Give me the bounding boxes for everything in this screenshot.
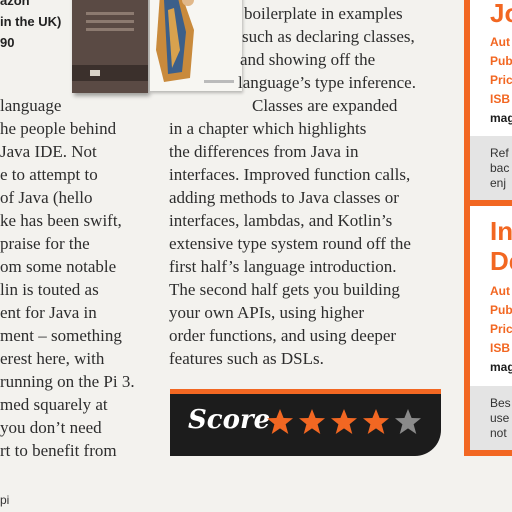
sidebar-label: Pub bbox=[490, 54, 512, 68]
text-line: language bbox=[0, 96, 62, 115]
sidebar-title-2: In bbox=[490, 216, 512, 246]
text-line: you don’t need bbox=[0, 418, 102, 437]
star-filled-icon bbox=[363, 409, 389, 434]
sidebar-label: Pric bbox=[490, 322, 512, 336]
text-line: your own APIs, using higher bbox=[169, 303, 365, 322]
sidebar-desc-line: Bes bbox=[490, 396, 511, 410]
page-folio: pi bbox=[0, 493, 10, 507]
text-line: praise for the bbox=[0, 234, 90, 253]
text-line: e to attempt to bbox=[0, 165, 98, 184]
text-line: med squarely at bbox=[0, 395, 108, 414]
sidebar-label: Aut bbox=[490, 284, 510, 298]
text-line: ment – something bbox=[0, 326, 122, 345]
star-filled-icon bbox=[299, 409, 325, 434]
star-filled-icon bbox=[331, 409, 357, 434]
middle-column-text: Classes are expanded in a chapter which … bbox=[169, 94, 411, 370]
left-column-text: language he people behind Java IDE. Not … bbox=[0, 94, 135, 462]
sidebar-label: Pric bbox=[490, 73, 512, 87]
sidebar-desc-line: use bbox=[490, 411, 510, 425]
text-line: adding methods to Java classes or bbox=[169, 188, 399, 207]
sidebar-label: ISB bbox=[490, 92, 511, 106]
text-line: Classes are expanded bbox=[252, 96, 398, 115]
text-line: the differences from Java in bbox=[169, 142, 359, 161]
middle-column-top-text: boilerplate in examples such as declarin… bbox=[238, 2, 416, 94]
sidebar-label: Aut bbox=[490, 35, 510, 49]
text-line: first half’s language introduction. bbox=[169, 257, 397, 276]
text-line: running on the Pi 3. bbox=[0, 372, 135, 391]
text-line: ent for Java in bbox=[0, 303, 97, 322]
text-line: such as declaring classes, bbox=[242, 27, 415, 46]
sidebar-description-box: Bes use not bbox=[470, 386, 512, 450]
sidebar-label: Pub bbox=[490, 303, 512, 317]
text-line: erest here, with bbox=[0, 349, 105, 368]
text-line: The second half gets you building bbox=[169, 280, 400, 299]
book-details-meta: azon in the UK) 90 bbox=[0, 0, 61, 53]
text-line: lin is touted as bbox=[0, 280, 99, 299]
text-line: and showing off the bbox=[240, 50, 376, 69]
star-empty-icon bbox=[395, 409, 421, 434]
book-cover-image bbox=[72, 0, 148, 93]
sidebar-title-2b: De bbox=[490, 246, 512, 276]
text-line: extensive type system round off the bbox=[169, 234, 411, 253]
star-filled-icon bbox=[267, 409, 293, 434]
meta-line: in the UK) bbox=[0, 14, 62, 29]
sidebar-desc-line: bac bbox=[490, 161, 510, 175]
text-line: om some notable bbox=[0, 257, 117, 276]
sidebar-title-1: Jo bbox=[490, 0, 512, 28]
text-line: features such as DSLs. bbox=[169, 349, 324, 368]
meta-line: 90 bbox=[0, 35, 15, 50]
score-label: Score bbox=[188, 405, 271, 435]
text-line: Java IDE. Not bbox=[0, 142, 97, 161]
text-line: boilerplate in examples bbox=[244, 4, 403, 23]
text-line: ke has been swift, bbox=[0, 211, 122, 230]
text-line: interfaces. Improved function calls, bbox=[169, 165, 411, 184]
illustration-image bbox=[150, 0, 242, 91]
sidebar-description-box: Ref bac enj bbox=[470, 136, 512, 200]
sidebar-desc-line: enj bbox=[490, 176, 507, 190]
sidebar-url: mag bbox=[490, 360, 512, 374]
sidebar-desc-line: not bbox=[490, 426, 507, 440]
text-line: order functions, and using deeper bbox=[169, 326, 397, 345]
text-line: rt to benefit from bbox=[0, 441, 117, 460]
text-line: in a chapter which highlights bbox=[169, 119, 367, 138]
meta-line: azon bbox=[0, 0, 30, 8]
score-box: Score bbox=[170, 389, 441, 456]
text-line: interfaces, lambdas, and Kotlin’s bbox=[169, 211, 393, 230]
star-rating bbox=[266, 408, 422, 436]
text-line: language’s type inference. bbox=[238, 73, 416, 92]
sidebar-desc-line: Ref bbox=[490, 146, 509, 160]
sidebar-panel: Jo Aut Pub Pric ISB mag Ref bac enj In D… bbox=[464, 0, 512, 456]
text-line: he people behind bbox=[0, 119, 117, 138]
sidebar-label: ISB bbox=[490, 341, 511, 355]
text-line: of Java (hello bbox=[0, 188, 93, 207]
sidebar-url: mag bbox=[490, 111, 512, 125]
